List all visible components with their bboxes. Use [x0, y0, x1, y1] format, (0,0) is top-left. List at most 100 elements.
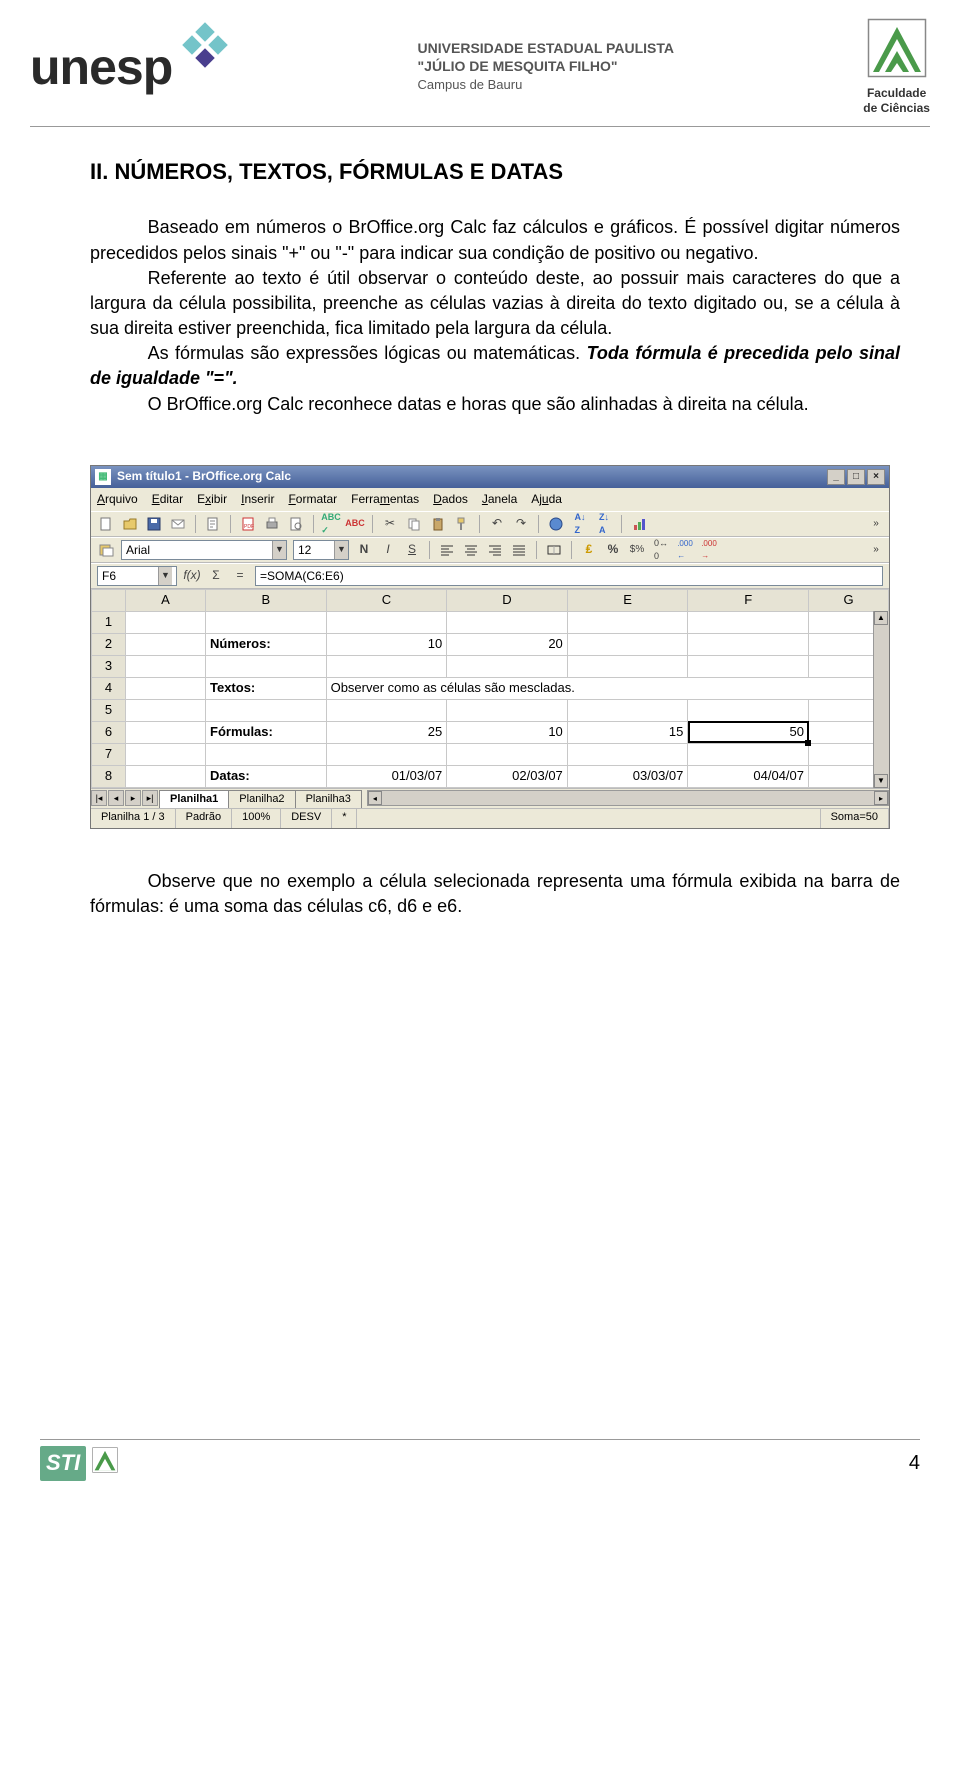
- sort-asc-icon[interactable]: A↓Z: [571, 515, 589, 533]
- sum-icon[interactable]: Σ: [207, 567, 225, 585]
- align-right-icon[interactable]: [486, 541, 504, 559]
- cell-reference-box[interactable]: ▼: [97, 566, 177, 586]
- status-zoom[interactable]: 100%: [232, 809, 281, 828]
- scroll-down-icon[interactable]: ▼: [874, 774, 888, 788]
- maximize-button[interactable]: □: [847, 469, 865, 485]
- align-left-icon[interactable]: [438, 541, 456, 559]
- paste-icon[interactable]: [429, 515, 447, 533]
- cell-d6[interactable]: 10: [447, 721, 568, 743]
- tab-nav-prev-icon[interactable]: ◂: [108, 790, 124, 806]
- vertical-scrollbar[interactable]: ▲ ▼: [873, 611, 889, 788]
- tab-nav-last-icon[interactable]: ▸|: [142, 790, 158, 806]
- menu-ferramentas[interactable]: Ferramentas: [351, 491, 419, 508]
- formula-input-box[interactable]: [255, 566, 883, 586]
- close-button[interactable]: ×: [867, 469, 885, 485]
- tab-nav-next-icon[interactable]: ▸: [125, 790, 141, 806]
- fx-icon[interactable]: f(x): [183, 567, 201, 585]
- cell-e6[interactable]: 15: [567, 721, 688, 743]
- cell-f6-selected[interactable]: 50: [688, 721, 809, 743]
- currency-icon[interactable]: ₤: [580, 541, 598, 559]
- cell-c8[interactable]: 01/03/07: [326, 765, 447, 787]
- menu-ajuda[interactable]: Ajuda: [531, 491, 562, 508]
- sheet-tab-1[interactable]: Planilha1: [159, 790, 229, 808]
- redo-icon[interactable]: ↷: [512, 515, 530, 533]
- undo-icon[interactable]: ↶: [488, 515, 506, 533]
- sheet-tab-3[interactable]: Planilha3: [295, 790, 362, 808]
- hyperlink-icon[interactable]: [547, 515, 565, 533]
- remove-decimal-icon[interactable]: .000→: [700, 541, 718, 559]
- open-icon[interactable]: [121, 515, 139, 533]
- add-decimal-icon[interactable]: .000←: [676, 541, 694, 559]
- menu-dados[interactable]: Dados: [433, 491, 468, 508]
- pdf-icon[interactable]: PDF: [239, 515, 257, 533]
- scroll-left-icon[interactable]: ◂: [368, 791, 382, 805]
- col-header-c[interactable]: C: [326, 589, 447, 611]
- row-header[interactable]: 6: [92, 721, 126, 743]
- align-justify-icon[interactable]: [510, 541, 528, 559]
- chevron-down-icon[interactable]: ▼: [158, 567, 172, 585]
- col-header-b[interactable]: B: [206, 589, 327, 611]
- email-icon[interactable]: [169, 515, 187, 533]
- cell-b2[interactable]: Números:: [206, 633, 327, 655]
- standard-format-icon[interactable]: 0↔0: [652, 541, 670, 559]
- col-header-e[interactable]: E: [567, 589, 688, 611]
- align-center-icon[interactable]: [462, 541, 480, 559]
- cell-c2[interactable]: 10: [326, 633, 447, 655]
- cell-b4[interactable]: Textos:: [206, 677, 327, 699]
- autospell-icon[interactable]: ABC: [346, 515, 364, 533]
- row-header[interactable]: 5: [92, 699, 126, 721]
- chevron-down-icon[interactable]: ▼: [272, 541, 286, 559]
- menu-inserir[interactable]: Inserir: [241, 491, 274, 508]
- sheet-tab-2[interactable]: Planilha2: [228, 790, 295, 808]
- cell-b8[interactable]: Datas:: [206, 765, 327, 787]
- cell-c4-merged[interactable]: Observer como as células são mescladas.: [326, 677, 888, 699]
- sort-desc-icon[interactable]: Z↓A: [595, 515, 613, 533]
- font-size-select[interactable]: ▼: [293, 540, 349, 560]
- chart-icon[interactable]: [630, 515, 648, 533]
- row-header[interactable]: 7: [92, 743, 126, 765]
- scroll-right-icon[interactable]: ▸: [874, 791, 888, 805]
- status-sum[interactable]: Soma=50: [821, 809, 889, 828]
- styles-icon[interactable]: [97, 541, 115, 559]
- cell-f8[interactable]: 04/04/07: [688, 765, 809, 787]
- cut-icon[interactable]: ✂: [381, 515, 399, 533]
- row-header[interactable]: 4: [92, 677, 126, 699]
- row-header[interactable]: 2: [92, 633, 126, 655]
- italic-icon[interactable]: I: [379, 541, 397, 559]
- save-icon[interactable]: [145, 515, 163, 533]
- preview-icon[interactable]: [287, 515, 305, 533]
- menu-formatar[interactable]: Formatar: [288, 491, 337, 508]
- copy-icon[interactable]: [405, 515, 423, 533]
- tab-nav-first-icon[interactable]: |◂: [91, 790, 107, 806]
- col-header-f[interactable]: F: [688, 589, 809, 611]
- spellcheck-icon[interactable]: ABC✓: [322, 515, 340, 533]
- bold-icon[interactable]: N: [355, 541, 373, 559]
- cell-b6[interactable]: Fórmulas:: [206, 721, 327, 743]
- toolbar-overflow-icon[interactable]: »: [869, 515, 883, 533]
- col-header-g[interactable]: G: [809, 589, 889, 611]
- equals-icon[interactable]: =: [231, 567, 249, 585]
- underline-icon[interactable]: S: [403, 541, 421, 559]
- print-icon[interactable]: [263, 515, 281, 533]
- chevron-down-icon[interactable]: ▼: [334, 541, 348, 559]
- new-icon[interactable]: [97, 515, 115, 533]
- row-header[interactable]: 3: [92, 655, 126, 677]
- menu-exibir[interactable]: Exibir: [197, 491, 227, 508]
- horizontal-scrollbar[interactable]: ◂ ▸: [367, 790, 889, 806]
- corner-cell[interactable]: [92, 589, 126, 611]
- format-paint-icon[interactable]: [453, 515, 471, 533]
- cell-c6[interactable]: 25: [326, 721, 447, 743]
- menu-editar[interactable]: Editar: [152, 491, 183, 508]
- scroll-up-icon[interactable]: ▲: [874, 611, 888, 625]
- menu-arquivo[interactable]: Arquivo: [97, 491, 138, 508]
- col-header-d[interactable]: D: [447, 589, 568, 611]
- percent-icon[interactable]: %: [604, 541, 622, 559]
- currency2-icon[interactable]: $%: [628, 541, 646, 559]
- merge-cells-icon[interactable]: [545, 541, 563, 559]
- toolbar-overflow-icon[interactable]: »: [869, 541, 883, 559]
- col-header-a[interactable]: A: [126, 589, 206, 611]
- menu-janela[interactable]: Janela: [482, 491, 517, 508]
- cell-d2[interactable]: 20: [447, 633, 568, 655]
- edit-icon[interactable]: [204, 515, 222, 533]
- cell-d8[interactable]: 02/03/07: [447, 765, 568, 787]
